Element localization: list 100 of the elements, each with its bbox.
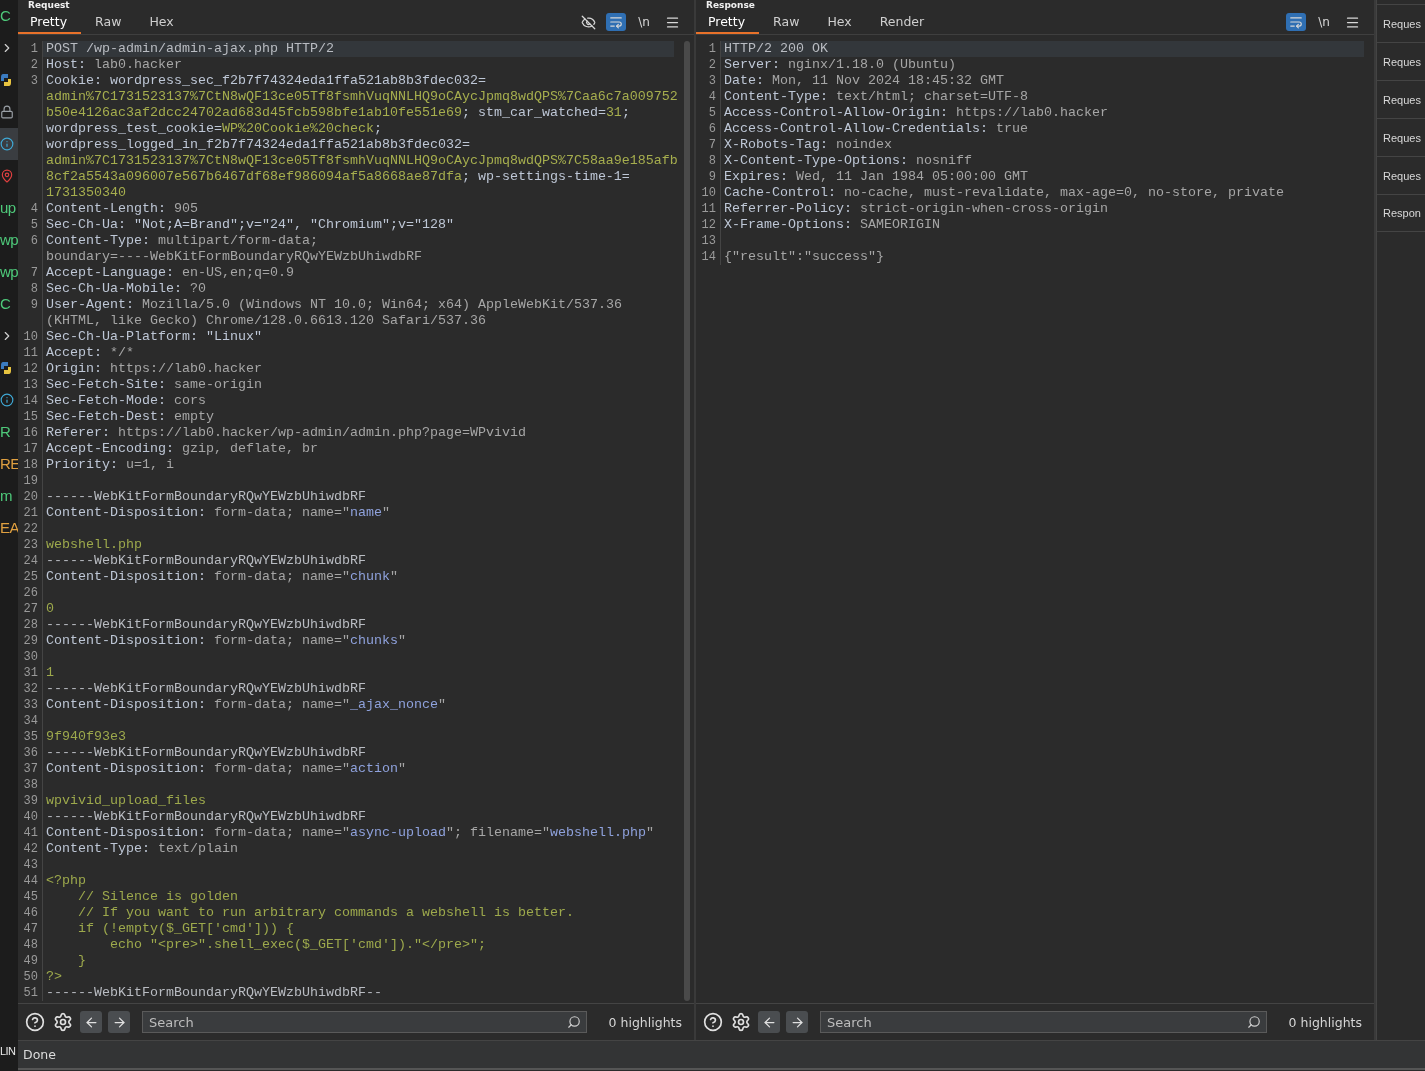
view-tab[interactable]: Render	[865, 10, 939, 34]
line-number: 16	[18, 425, 43, 441]
wrap-toggle[interactable]	[1286, 13, 1306, 31]
line-number: 49	[18, 953, 43, 969]
code-line: Accept-Encoding: gzip, deflate, br	[45, 441, 319, 457]
code-line: ------WebKitFormBoundaryRQwYEWzbUhiwdbRF	[45, 553, 367, 569]
code-line: }	[77, 953, 87, 969]
search-field[interactable]: Search	[142, 1011, 587, 1033]
code-line: webshell.php	[45, 537, 143, 553]
line-number: 33	[18, 697, 43, 713]
sidebar-label[interactable]: C	[0, 295, 11, 313]
code-line: <?php	[45, 873, 87, 889]
sidebar-label[interactable]: wp	[0, 231, 19, 249]
view-tab[interactable]: Pretty	[696, 10, 760, 34]
line-number: 13	[696, 233, 721, 249]
scrollbar[interactable]	[684, 41, 690, 1001]
line-number: 24	[18, 553, 43, 569]
code-line: Cookie: wordpress_sec_f2b7f74324eda1ffa521ab8b3fdec032=	[45, 73, 487, 89]
line-number: 4	[696, 89, 721, 105]
sidebar-label[interactable]: C	[0, 7, 11, 25]
line-number: 14	[18, 393, 43, 409]
code-line: Content-Disposition: form-data; name="action"	[45, 761, 407, 777]
line-number: 4	[18, 201, 43, 217]
snake-icon	[0, 73, 12, 87]
line-number: 12	[696, 217, 721, 233]
code-line: Content-Type: text/html; charset=UTF-8	[723, 89, 1029, 105]
panel-title: Response	[706, 0, 755, 10]
view-tab[interactable]: Pretty	[18, 10, 82, 34]
line-number: 31	[18, 665, 43, 681]
line-number: 2	[696, 57, 721, 73]
side-tab[interactable]: Reques	[1377, 4, 1425, 42]
code-line: b50e4126ac3af2dcc24702ad683d45fcb598bfe1ab10fe551e69; stm_car_watched=31;	[45, 105, 631, 121]
help-button[interactable]	[24, 1011, 46, 1033]
side-tab[interactable]: Reques	[1377, 118, 1425, 156]
settings-button[interactable]	[730, 1011, 752, 1033]
side-tab[interactable]: Reques	[1377, 156, 1425, 194]
side-tab[interactable]: Reques	[1377, 80, 1425, 118]
help-icon	[25, 1012, 45, 1032]
help-button[interactable]	[702, 1011, 724, 1033]
info-icon[interactable]	[0, 137, 14, 151]
line-number: 7	[696, 137, 721, 153]
line-number: 32	[18, 681, 43, 697]
line-number: 9	[18, 297, 43, 313]
code-line: Priority: u=1, i	[45, 457, 175, 473]
code-line: ------WebKitFormBoundaryRQwYEWzbUhiwdbRF	[45, 809, 367, 825]
sidebar-label[interactable]: m	[0, 487, 12, 505]
sidebar-label[interactable]: wp	[0, 263, 19, 281]
newline-toggle[interactable]: \n	[1314, 13, 1334, 31]
pin-icon[interactable]	[0, 169, 14, 183]
line-number: 22	[18, 521, 43, 537]
newline-toggle[interactable]: \n	[634, 13, 654, 31]
line-number: 11	[696, 201, 721, 217]
panel-title: Request	[28, 0, 70, 10]
next-button[interactable]	[108, 1011, 130, 1033]
code-line: Content-Disposition: form-data; name="_ajax_nonce"	[45, 697, 447, 713]
code-line: Host: lab0.hacker	[45, 57, 183, 73]
settings-button[interactable]	[52, 1011, 74, 1033]
previous-button[interactable]	[758, 1011, 780, 1033]
next-button[interactable]	[786, 1011, 808, 1033]
sidebar-label[interactable]: up	[0, 199, 16, 217]
code-line: Content-Disposition: form-data; name="name"	[45, 505, 391, 521]
lock-icon[interactable]	[0, 105, 14, 119]
code-line: wordpress_test_cookie=WP%20Cookie%20check;	[45, 121, 383, 137]
code-line: {"result":"success"}	[723, 249, 885, 265]
line-number: 48	[18, 937, 43, 953]
line-number: 8	[696, 153, 721, 169]
line-number: 21	[18, 505, 43, 521]
status-text: Done	[23, 1047, 56, 1062]
wrap-toggle[interactable]	[606, 13, 626, 31]
line-number: 34	[18, 713, 43, 729]
code-line: wordpress_logged_in_f2b7f74324eda1ffa521ab8b3fdec032=	[45, 137, 471, 153]
code-line: Referrer-Policy: strict-origin-when-cross-origin	[723, 201, 1109, 217]
search-icon	[566, 1015, 581, 1029]
code-line: Accept: */*	[45, 345, 135, 361]
info-icon[interactable]	[0, 393, 14, 407]
code-line: Referer: https://lab0.hacker/wp-admin/admin.php?page=WPvivid	[45, 425, 527, 441]
code-line: 9f940f93e3	[45, 729, 127, 745]
highlight-count: 0 highlights	[1288, 1014, 1362, 1030]
view-tab[interactable]: Raw	[759, 10, 814, 34]
sidebar-label[interactable]: RE	[0, 455, 20, 473]
search-field[interactable]: Search	[820, 1011, 1267, 1033]
sidebar-label[interactable]: EA	[0, 519, 19, 537]
search-icon	[1246, 1015, 1261, 1029]
sidebar-label[interactable]: R	[0, 423, 11, 441]
line-number: 20	[18, 489, 43, 505]
line-number: 30	[18, 649, 43, 665]
code-line: Sec-Fetch-Site: same-origin	[45, 377, 263, 393]
code-line: Sec-Ch-Ua-Platform: "Linux"	[45, 329, 263, 345]
code-line: (KHTML, like Gecko) Chrome/128.0.6613.120 Safari/537.36	[45, 313, 487, 329]
line-number: 6	[18, 233, 43, 249]
side-tab[interactable]: Reques	[1377, 42, 1425, 80]
view-tab[interactable]: Hex	[135, 10, 188, 34]
line-number: 19	[18, 473, 43, 489]
sidebar-label[interactable]: LIN	[0, 1045, 18, 1057]
view-tab[interactable]: Raw	[81, 10, 136, 34]
line-number: 43	[18, 857, 43, 873]
side-tab[interactable]: Respon	[1377, 194, 1425, 232]
view-tab[interactable]: Hex	[813, 10, 866, 34]
code-line: Content-Disposition: form-data; name="chunks"	[45, 633, 407, 649]
previous-button[interactable]	[80, 1011, 102, 1033]
